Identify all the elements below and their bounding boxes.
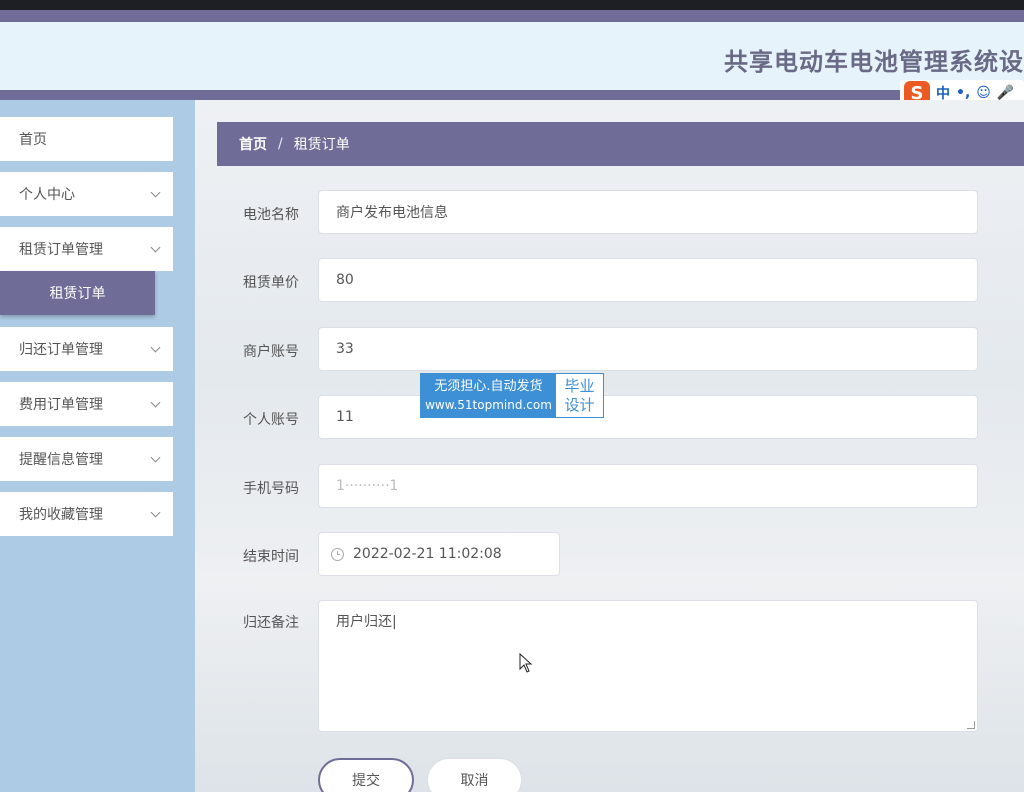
sidebar-item-rental-orders[interactable]: 租赁订单管理 — [0, 227, 173, 271]
chevron-down-icon — [150, 397, 161, 407]
chevron-down-icon — [150, 242, 161, 252]
end-time-value: 2022-02-21 11:02:08 — [353, 546, 502, 562]
sidebar-item-label: 我的收藏管理 — [19, 507, 103, 523]
browser-title-bar — [0, 0, 1024, 10]
end-time-picker[interactable]: 2022-02-21 11:02:08 — [318, 532, 560, 576]
sidebar-subitem-rental-order[interactable]: 租赁订单 — [0, 271, 155, 315]
battery-name-input[interactable]: 商户发布电池信息 — [318, 190, 978, 234]
clock-icon — [331, 547, 344, 561]
merchant-account-value: 33 — [336, 341, 354, 357]
submit-button[interactable]: 提交 — [318, 758, 414, 792]
sidebar-item-label: 首页 — [19, 132, 47, 148]
sidebar: 首页 个人中心 租赁订单管理 租赁订单 归还订单管理 费用订单管理 提醒信息管理… — [0, 100, 195, 792]
merchant-account-label: 商户账号 — [243, 344, 299, 360]
unit-price-value: 80 — [336, 272, 354, 288]
sidebar-item-label: 个人中心 — [19, 187, 75, 203]
merchant-account-input[interactable]: 33 — [318, 327, 978, 371]
personal-account-label: 个人账号 — [243, 412, 299, 428]
chevron-down-icon — [150, 342, 161, 352]
return-note-value: 用户归还| — [336, 614, 397, 630]
phone-input[interactable]: 1··········1 — [318, 464, 978, 508]
main-content: 首页 / 租赁订单 电池名称 商户发布电池信息 租赁单价 80 商户账号 33 … — [195, 100, 1024, 792]
personal-account-value: 11 — [336, 409, 354, 425]
watermark-right: 毕业 设计 — [556, 374, 603, 417]
breadcrumb-home[interactable]: 首页 — [239, 134, 267, 154]
sidebar-item-personal-center[interactable]: 个人中心 — [0, 172, 173, 216]
phone-label: 手机号码 — [243, 481, 299, 497]
watermark-slogan: 无须担心.自动发货 — [434, 378, 543, 394]
sidebar-item-home[interactable]: 首页 — [0, 117, 173, 161]
end-time-label: 结束时间 — [243, 549, 299, 565]
sidebar-item-label: 归还订单管理 — [19, 342, 103, 358]
app-header: 共享电动车电池管理系统设 — [0, 22, 1024, 90]
resize-handle-icon[interactable] — [967, 721, 975, 729]
unit-price-input[interactable]: 80 — [318, 258, 978, 302]
watermark-left: 无须担心.自动发货 www.51topmind.com — [421, 374, 556, 417]
chevron-down-icon — [150, 187, 161, 197]
system-title: 共享电动车电池管理系统设 — [724, 48, 1024, 76]
breadcrumb: 首页 / 租赁订单 — [217, 122, 1024, 166]
sidebar-item-label: 费用订单管理 — [19, 397, 103, 413]
return-note-label: 归还备注 — [243, 615, 299, 631]
breadcrumb-separator: / — [278, 136, 283, 152]
sidebar-item-label: 提醒信息管理 — [19, 452, 103, 468]
breadcrumb-current: 租赁订单 — [293, 137, 350, 153]
watermark-banner: 无须担心.自动发货 www.51topmind.com 毕业 设计 — [420, 373, 604, 418]
cancel-button[interactable]: 取消 — [427, 758, 522, 792]
return-note-textarea[interactable]: 用户归还| — [318, 600, 978, 732]
sidebar-item-fee-orders[interactable]: 费用订单管理 — [0, 382, 173, 426]
personal-account-input[interactable]: 11 — [318, 395, 978, 439]
sidebar-item-label: 租赁订单管理 — [19, 242, 103, 258]
watermark-tag-1: 毕业 — [564, 376, 595, 395]
sidebar-item-favorites[interactable]: 我的收藏管理 — [0, 492, 173, 536]
unit-price-label: 租赁单价 — [243, 275, 299, 291]
phone-value: 1··········1 — [336, 478, 399, 494]
ime-microphone-icon[interactable]: 🎤 — [997, 85, 1014, 101]
battery-name-label: 电池名称 — [243, 207, 299, 223]
ime-emoji-icon[interactable]: ☺ — [976, 85, 991, 101]
watermark-url: www.51topmind.com — [425, 397, 552, 412]
watermark-tag-2: 设计 — [564, 395, 595, 414]
ime-punctuation-icon[interactable]: •, — [956, 85, 970, 101]
header-bottom-strip — [0, 90, 1024, 100]
battery-name-value: 商户发布电池信息 — [336, 205, 448, 221]
top-strip — [0, 10, 1024, 22]
mouse-cursor-icon — [519, 653, 533, 673]
chevron-down-icon — [150, 507, 161, 517]
sidebar-item-reminders[interactable]: 提醒信息管理 — [0, 437, 173, 481]
sidebar-item-return-orders[interactable]: 归还订单管理 — [0, 327, 173, 371]
chevron-down-icon — [150, 452, 161, 462]
